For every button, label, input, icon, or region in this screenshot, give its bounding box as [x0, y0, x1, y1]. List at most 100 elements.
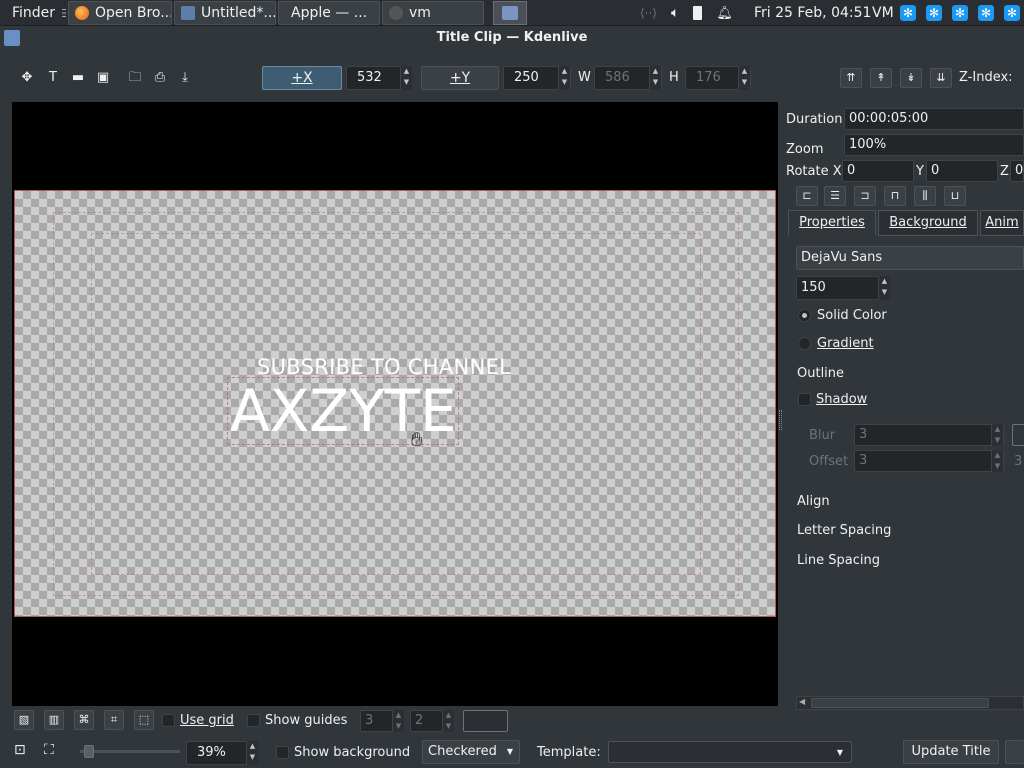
line-spacing-label: Line Spacing [797, 553, 880, 568]
align-top-icon[interactable]: ⊓ [884, 186, 906, 206]
chevron-down-icon: ▼ [836, 748, 843, 757]
rotate-y-input[interactable]: 0 [926, 160, 998, 182]
gradient-radio[interactable] [798, 337, 811, 350]
battery-icon[interactable] [693, 6, 703, 20]
rotate-z-input[interactable]: 0 [1010, 160, 1024, 182]
image-tool-icon[interactable]: ▣ [93, 68, 113, 88]
zoom-fit-icon[interactable]: ⊡ [14, 742, 26, 758]
clock[interactable]: Fri 25 Feb, 04:51 [754, 0, 871, 26]
cancel-button[interactable] [1005, 740, 1024, 764]
video-frame[interactable]: SUBSRIBE TO CHANNEL AXZYTE ✋︎ [14, 190, 776, 617]
show-background-checkbox[interactable] [276, 746, 289, 759]
solid-color-label: Solid Color [817, 308, 887, 323]
show-guides-checkbox[interactable] [247, 714, 260, 727]
distribute-icon[interactable]: ⌘ [74, 710, 94, 730]
offset-spin-arrows[interactable]: ▲ ▼ [991, 450, 1003, 472]
task-kdenlive-active[interactable] [493, 1, 527, 25]
align-left-icon[interactable]: ⊏ [796, 186, 818, 206]
gear-icon[interactable]: ✻ [1004, 5, 1020, 21]
select-tool-icon[interactable]: ✥ [17, 68, 37, 88]
gear-icon[interactable]: ✻ [926, 5, 942, 21]
x-origin-button[interactable]: +X [262, 66, 342, 90]
guides-v-spin-arrows[interactable]: ▲ ▼ [442, 710, 454, 732]
rotate-z-label: Z [1000, 164, 1009, 179]
vm-icon [389, 6, 403, 20]
font-combo[interactable]: DejaVu Sans [796, 246, 1024, 270]
zoom-input[interactable]: 100% [844, 134, 1024, 156]
lower-to-bottom-icon[interactable]: ⇊ [930, 68, 952, 88]
align-hcenter-icon[interactable]: ☰ [824, 186, 846, 206]
lower-icon[interactable]: ↡ [900, 68, 922, 88]
update-title-button[interactable]: Update Title [903, 740, 999, 764]
gear-icon[interactable]: ✻ [978, 5, 994, 21]
tab-animation[interactable]: Anim [980, 210, 1024, 236]
guide-color-button[interactable] [463, 710, 508, 732]
task-vm[interactable]: vm [382, 1, 484, 25]
blur-spin-arrows[interactable]: ▲ ▼ [991, 424, 1003, 446]
main-text-item[interactable]: AXZYTE [227, 377, 459, 445]
x-spin-arrows[interactable]: ▲ ▼ [400, 66, 412, 90]
download-icon[interactable]: ⤓ [175, 68, 195, 88]
zoom-slider[interactable] [80, 745, 180, 758]
blur-input[interactable]: 3 [854, 424, 1004, 446]
volume-icon[interactable]: 🔈︎ [671, 5, 679, 21]
rect-tool-icon[interactable]: ▬ [68, 68, 88, 88]
rotate-x-input[interactable]: 0 [842, 160, 914, 182]
font-size-input[interactable]: 150 [796, 276, 880, 300]
guides-h-spin-arrows[interactable]: ▲ ▼ [392, 710, 404, 732]
zoom-original-icon[interactable]: ⛶ [44, 742, 54, 758]
title-canvas[interactable]: SUBSRIBE TO CHANNEL AXZYTE ✋︎ [12, 102, 778, 706]
finder-label: Finder [12, 5, 56, 21]
select-all-icon[interactable]: ⌗ [104, 710, 124, 730]
template-label: Template: [537, 745, 601, 760]
title-toolbar: ✥ T ▬ ▣ 🗀︎ ⎙ ⤓ +X 532 ▲ ▼ +Y 250 ▲ ▼ W 586… [0, 60, 1024, 96]
menu-icon: ☰ [61, 7, 66, 20]
app-icon [4, 30, 20, 46]
open-icon[interactable]: 🗀︎ [125, 68, 145, 88]
zoom-spin-arrows[interactable]: ▲ ▼ [246, 741, 258, 765]
background-mode-combo[interactable]: Checkered ▼ [422, 740, 520, 764]
background-image-icon[interactable]: ▧ [14, 710, 34, 730]
network-icon[interactable]: ⟨··⟩ [640, 6, 657, 20]
scroll-left-icon[interactable]: ◀ [799, 697, 805, 706]
vm-indicator[interactable]: VM [872, 0, 894, 26]
tab-properties[interactable]: Properties [788, 210, 876, 236]
notifications-icon[interactable]: 🔔︎ [716, 6, 733, 21]
template-combo[interactable]: ▼ [608, 741, 852, 763]
gradient-label: Gradient [817, 336, 874, 351]
subtitle-text-item[interactable]: SUBSRIBE TO CHANNEL [257, 355, 511, 379]
blur-label: Blur [809, 428, 836, 443]
columns-icon[interactable]: ▥ [44, 710, 64, 730]
duration-input[interactable]: 00:00:05:00 [844, 108, 1024, 130]
selection-icon[interactable]: ⬚ [134, 710, 154, 730]
shadow-checkbox[interactable] [798, 393, 811, 406]
save-icon[interactable]: ⎙ [150, 68, 170, 88]
zoom-slider-handle[interactable] [84, 745, 94, 758]
y-origin-button[interactable]: +Y [421, 66, 499, 90]
scrollbar-thumb[interactable] [811, 698, 989, 708]
gear-icon[interactable]: ✻ [900, 5, 916, 21]
task-untitled[interactable]: Untitled*... [174, 1, 276, 25]
finder-launcher[interactable]: Finder ☰ [0, 1, 66, 25]
chevron-down-icon: ▼ [506, 747, 513, 756]
gear-icon[interactable]: ✻ [952, 5, 968, 21]
offset-input[interactable]: 3 [854, 450, 1004, 472]
panel-horizontal-scrollbar[interactable]: ◀ [796, 696, 1024, 710]
y-spin-arrows[interactable]: ▲ ▼ [558, 66, 570, 90]
h-spin-arrows[interactable]: ▲ ▼ [738, 66, 750, 90]
duration-label: Duration [786, 112, 843, 127]
font-size-spin-arrows[interactable]: ▲ ▼ [878, 276, 890, 300]
align-vcenter-icon[interactable]: ⫼ [914, 186, 936, 206]
use-grid-checkbox[interactable] [162, 714, 175, 727]
shadow-color-swatch[interactable] [1012, 424, 1024, 446]
raise-to-top-icon[interactable]: ⇈ [840, 68, 862, 88]
text-tool-icon[interactable]: T [43, 68, 63, 88]
align-right-icon[interactable]: ⊐ [854, 186, 876, 206]
raise-icon[interactable]: ↟ [870, 68, 892, 88]
tab-background[interactable]: Background [878, 210, 978, 236]
solid-color-radio[interactable] [798, 309, 811, 322]
task-apple[interactable]: Apple — ... [278, 1, 380, 25]
align-bottom-icon[interactable]: ⊔ [944, 186, 966, 206]
task-browser[interactable]: Open Bro... [68, 1, 172, 25]
w-spin-arrows[interactable]: ▲ ▼ [649, 66, 661, 90]
